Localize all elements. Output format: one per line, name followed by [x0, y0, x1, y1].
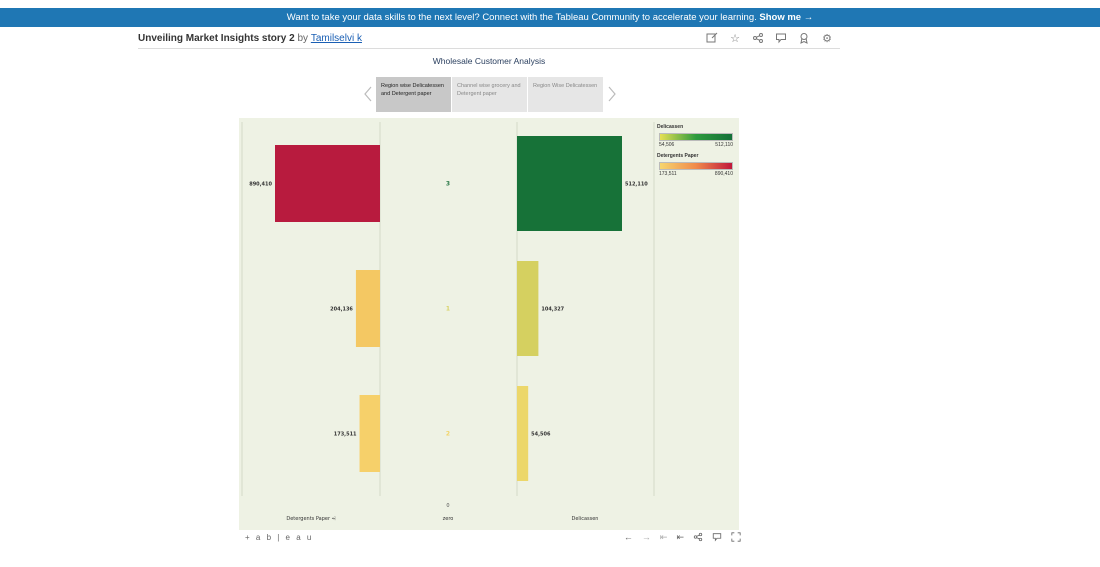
story-point-3[interactable]: Region Wise Delicatessen [528, 77, 604, 112]
banner-text: Want to take your data skills to the nex… [286, 12, 757, 23]
legend-title-detergents: Detergents Paper [657, 153, 699, 159]
detergents-label-region-2: 173,511 [334, 432, 357, 438]
delicassen-label-region-1: 104,327 [541, 307, 564, 313]
axis-label-delicassen: Delicassen [572, 516, 599, 522]
redo-icon[interactable]: → [642, 532, 651, 544]
legend-range-delicassen: 54,506 512,110 [659, 142, 733, 148]
chart-area: 890,410 512,110 3 204,136 104,327 1 173,511 54,… [239, 118, 739, 530]
zero-tick: 0 [446, 503, 449, 509]
legend-min-delicassen: 54,506 [659, 142, 675, 148]
share-icon[interactable] [751, 32, 765, 46]
delicassen-bar-region-1 [517, 261, 539, 356]
legend-range-detergents: 173,511 890,410 [659, 171, 733, 177]
share-footer-icon[interactable] [693, 532, 703, 544]
delicassen-bar-region-3 [517, 136, 622, 231]
show-me-link[interactable]: Show me → [759, 12, 813, 23]
community-banner: Want to take your data skills to the nex… [0, 8, 1100, 27]
viz-toolbar: ← → ⇤ ⇤ [624, 532, 741, 544]
comment-icon[interactable] [774, 32, 788, 46]
story-next-arrow[interactable] [606, 86, 618, 102]
viz-footer: + a b | e a u ← → ⇤ ⇤ [239, 532, 745, 546]
comment-footer-icon[interactable] [712, 532, 722, 544]
fullscreen-icon[interactable] [731, 532, 741, 544]
legend-max-detergents: 890,410 [714, 171, 733, 177]
header-toolbar: ☆ ⚙ [705, 32, 834, 46]
settings-icon[interactable]: ⚙ [820, 32, 834, 46]
undo-icon[interactable]: ← [624, 532, 633, 544]
detergents-bar-region-2 [359, 395, 380, 472]
story-title-line: Unveiling Market Insights story 2 by Tam… [138, 33, 362, 44]
revert-icon[interactable]: ⇤ [660, 532, 668, 544]
delicassen-label-region-3: 512,110 [625, 182, 648, 188]
legend-max-delicassen: 512,110 [715, 142, 733, 148]
author-link[interactable]: Tamilselvi k [311, 33, 362, 44]
detergents-bar-region-3 [275, 145, 380, 222]
region-label-1: 1 [446, 306, 450, 313]
tableau-logo[interactable]: + a b | e a u [245, 533, 313, 542]
legend: Delicassen 54,506 512,110 Detergents Pap… [657, 124, 737, 182]
dashboard-title: Wholesale Customer Analysis [432, 56, 546, 66]
story-title: Unveiling Market Insights story 2 [138, 33, 295, 44]
region-label-2: 2 [446, 431, 450, 438]
axis-label-zero: zero [443, 516, 454, 522]
legend-gradient-delicassen [659, 133, 733, 141]
edit-icon[interactable] [705, 32, 719, 46]
by-label: by [297, 33, 309, 44]
story-prev-arrow[interactable] [362, 86, 374, 102]
detergents-label-region-3: 890,410 [249, 182, 272, 188]
detergents-label-region-1: 204,136 [330, 307, 353, 313]
legend-min-detergents: 173,511 [659, 171, 677, 177]
region-label-3: 3 [446, 181, 450, 188]
legend-gradient-detergents [659, 162, 733, 170]
delicassen-bar-region-2 [517, 386, 529, 481]
story-header: Unveiling Market Insights story 2 by Tam… [138, 31, 840, 49]
axis-label-detergents: Detergents Paper ⩤ [286, 516, 335, 522]
legend-title-delicassen: Delicassen [657, 124, 684, 130]
favorite-icon[interactable]: ☆ [728, 32, 742, 46]
detergents-bar-region-1 [355, 270, 380, 347]
revert-all-icon[interactable]: ⇤ [676, 532, 684, 544]
delicassen-label-region-2: 54,506 [531, 432, 551, 438]
story-point-1[interactable]: Region wise Delicatessen and Detergent p… [376, 77, 452, 112]
badge-icon[interactable] [797, 32, 811, 46]
story-navigator: Region wise Delicatessen and Detergent p… [376, 77, 604, 112]
story-point-2[interactable]: Channel wise grocery and Detergent paper [452, 77, 528, 112]
